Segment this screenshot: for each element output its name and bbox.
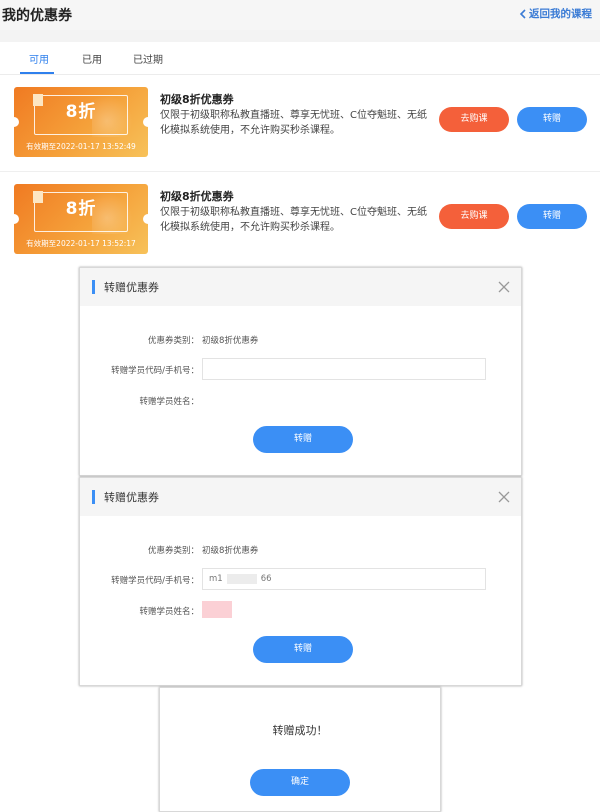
recipient-name-redacted (202, 601, 232, 618)
coupon-title: 初级8折优惠券 (160, 93, 234, 106)
dialog-accent-bar (92, 490, 95, 504)
redacted-mask (226, 573, 257, 584)
coupon-title: 初级8折优惠券 (160, 190, 234, 203)
coupon-type-value: 初级8折优惠券 (202, 546, 259, 556)
dialog-title: 转赠优惠券 (104, 281, 159, 294)
coupon-item: 8折 有效期至2022-01-17 13:52:49 初级8折优惠券 仅限于初级… (0, 87, 600, 172)
coupon-ticket: 8折 有效期至2022-01-17 13:52:17 (14, 184, 148, 254)
coupon-type-label: 优惠券类别： (147, 546, 199, 556)
code-prefix: m1 (209, 574, 223, 584)
coupon-validity: 有效期至2022-01-17 13:52:49 (26, 142, 136, 151)
gift-submit-button[interactable]: 转赠 (253, 636, 353, 663)
coupon-description: 仅限于初级职称私教直播班、尊享无忧班、C位夺魁班、无纸化模拟系统使用，不允许购买… (160, 110, 427, 136)
ticket-notch (143, 214, 148, 224)
ticket-notch (14, 214, 19, 224)
close-icon[interactable] (497, 490, 511, 504)
dialog-header: 转赠优惠券 (80, 478, 521, 516)
ticket-notch (143, 117, 148, 127)
gift-coupon-dialog-filled: 转赠优惠券 优惠券类别： 初级8折优惠券 转赠学员代码/手机号： m1 66 转赠… (79, 477, 522, 686)
dialog-header: 转赠优惠券 (80, 268, 521, 306)
gift-coupon-button[interactable]: 转赠 (517, 204, 587, 229)
buy-course-button[interactable]: 去购课 (439, 204, 509, 229)
recipient-code-label: 转赠学员代码/手机号： (111, 576, 199, 586)
coupon-description: 仅限于初级职称私教直播班、尊享无忧班、C位夺魁班、无纸化模拟系统使用，不允许购买… (160, 207, 427, 233)
gift-submit-button[interactable]: 转赠 (253, 426, 353, 453)
tab-used[interactable]: 已用 (82, 51, 102, 66)
gift-coupon-button[interactable]: 转赠 (517, 107, 587, 132)
gift-success-dialog: 转赠成功！ 确定 (159, 687, 441, 812)
close-icon[interactable] (497, 280, 511, 294)
success-message: 转赠成功！ (272, 724, 328, 737)
tab-available[interactable]: 可用 (29, 51, 49, 66)
gift-coupon-dialog: 转赠优惠券 优惠券类别： 初级8折优惠券 转赠学员代码/手机号： 转赠学员姓名：… (79, 267, 522, 476)
coupon-type-value: 初级8折优惠券 (202, 336, 259, 346)
coupon-item: 8折 有效期至2022-01-17 13:52:17 初级8折优惠券 仅限于初级… (0, 184, 600, 270)
buy-course-button[interactable]: 去购课 (439, 107, 509, 132)
chevron-left-icon (519, 8, 526, 19)
recipient-code-label: 转赠学员代码/手机号： (111, 366, 199, 376)
ticket-notch (14, 117, 19, 127)
coupon-tabs: 可用 已用 已过期 (0, 42, 600, 75)
back-link-label: 返回我的课程 (529, 8, 592, 20)
recipient-name-label: 转赠学员姓名： (139, 397, 199, 407)
tab-expired[interactable]: 已过期 (133, 51, 163, 66)
coupon-type-label: 优惠券类别： (147, 336, 199, 346)
page-title: 我的优惠券 (2, 8, 72, 24)
recipient-name-label: 转赠学员姓名： (139, 607, 199, 617)
coupon-discount: 8折 (65, 199, 97, 219)
coupon-discount: 8折 (65, 102, 97, 122)
top-header: 我的优惠券 返回我的课程 (0, 0, 600, 30)
dialog-title: 转赠优惠券 (104, 491, 159, 504)
code-suffix: 66 (260, 574, 272, 584)
coupon-panel: 可用 已用 已过期 8折 有效期至2022-01-17 13:52:49 初级8… (0, 42, 600, 268)
coupon-validity: 有效期至2022-01-17 13:52:17 (26, 239, 136, 248)
recipient-code-input[interactable] (202, 358, 486, 380)
recipient-code-input[interactable]: m1 66 (202, 568, 486, 590)
confirm-button[interactable]: 确定 (250, 769, 350, 796)
back-to-courses-link[interactable]: 返回我的课程 (519, 6, 592, 21)
active-tab-indicator (20, 72, 54, 74)
coupon-ticket: 8折 有效期至2022-01-17 13:52:49 (14, 87, 148, 157)
dialog-accent-bar (92, 280, 95, 294)
